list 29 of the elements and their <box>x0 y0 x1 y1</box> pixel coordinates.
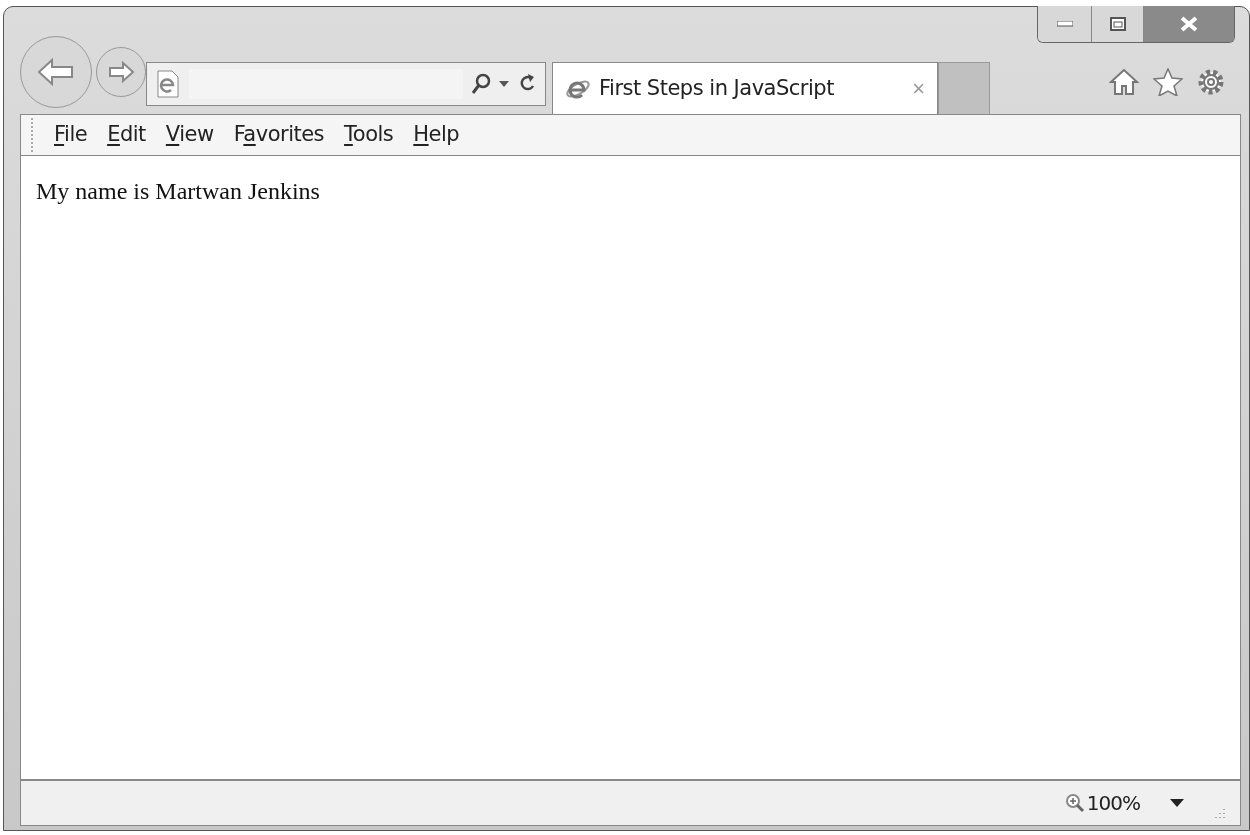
caret-icon[interactable] <box>499 81 509 87</box>
zoom-level[interactable]: 100% <box>1086 788 1140 818</box>
menu-item[interactable]: File <box>54 119 88 151</box>
page-text: My name is Martwan Jenkins <box>36 177 321 206</box>
close-icon <box>1180 16 1198 32</box>
back-arrow-icon <box>36 57 76 87</box>
close-button[interactable] <box>1144 6 1234 42</box>
maximize-icon <box>1109 17 1126 31</box>
caret-icon[interactable] <box>1170 799 1184 807</box>
zoom-icon <box>1064 793 1085 813</box>
menu-item[interactable]: Tools <box>344 119 394 151</box>
page-icon <box>155 69 181 99</box>
browser-tab[interactable]: First Steps in JavaScript × <box>552 62 938 114</box>
minimize-button[interactable] <box>1038 6 1092 42</box>
menu-item[interactable]: Help <box>413 119 460 151</box>
forward-arrow-icon <box>107 61 135 83</box>
menu-item[interactable]: Edit <box>107 119 146 151</box>
minimize-icon <box>1056 21 1073 27</box>
tab-title: First Steps in JavaScript <box>599 74 835 102</box>
forward-button[interactable] <box>96 47 146 97</box>
menu-item[interactable]: Favorites <box>233 119 325 151</box>
resize-grip-icon[interactable] <box>1214 807 1226 821</box>
menu-item[interactable]: View <box>165 119 214 151</box>
search-icon[interactable] <box>471 73 491 95</box>
star-icon[interactable] <box>1153 68 1183 96</box>
home-icon[interactable] <box>1109 68 1139 96</box>
settings-icon[interactable] <box>1197 68 1225 96</box>
maximize-button[interactable] <box>1092 6 1144 42</box>
grip-icon <box>31 118 34 152</box>
